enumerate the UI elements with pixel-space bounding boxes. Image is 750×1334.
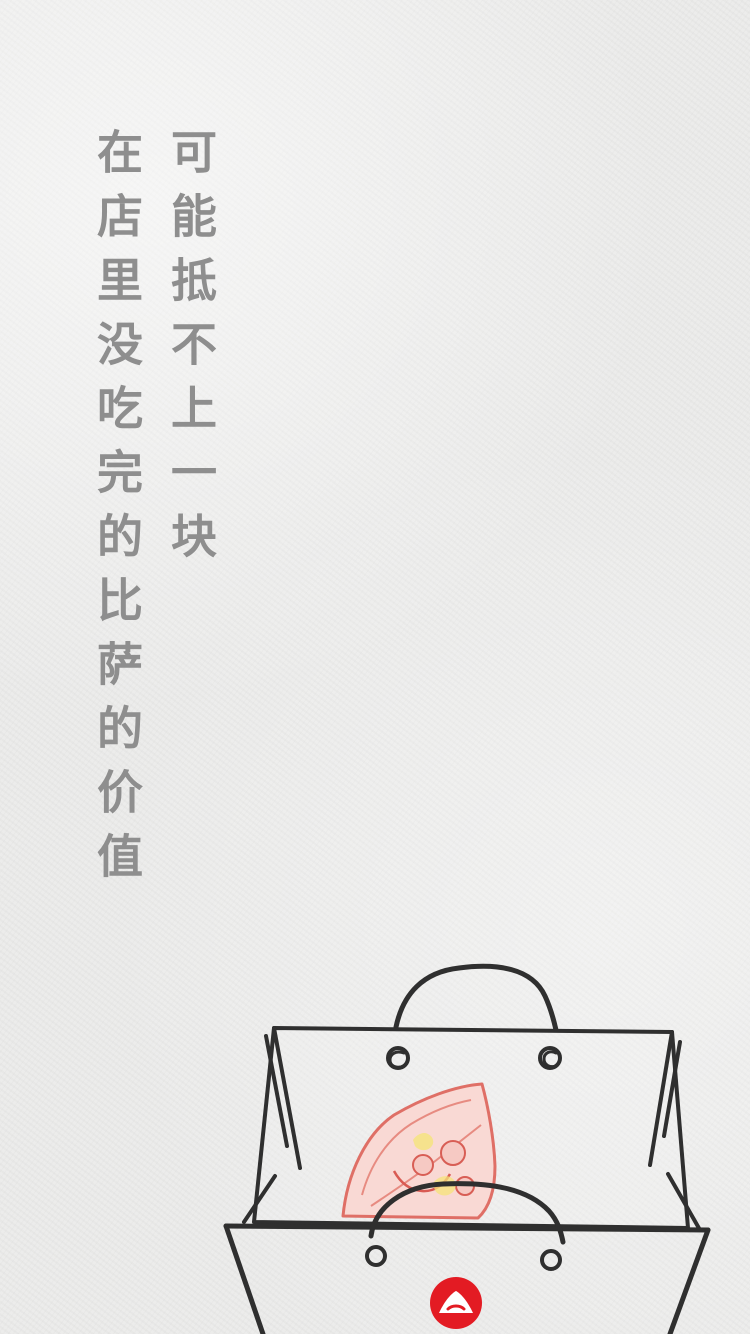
poem-line-2: 在店里没吃完的比萨的价值 xyxy=(90,128,144,896)
back-handle xyxy=(393,963,559,1033)
poem-line-1: 可能抵不上一块 xyxy=(164,128,218,576)
front-right-rivet xyxy=(540,1249,562,1271)
takeaway-bag-illustration xyxy=(223,963,711,1334)
front-left-rivet xyxy=(365,1245,387,1267)
pizza-hut-logo xyxy=(430,1277,482,1329)
